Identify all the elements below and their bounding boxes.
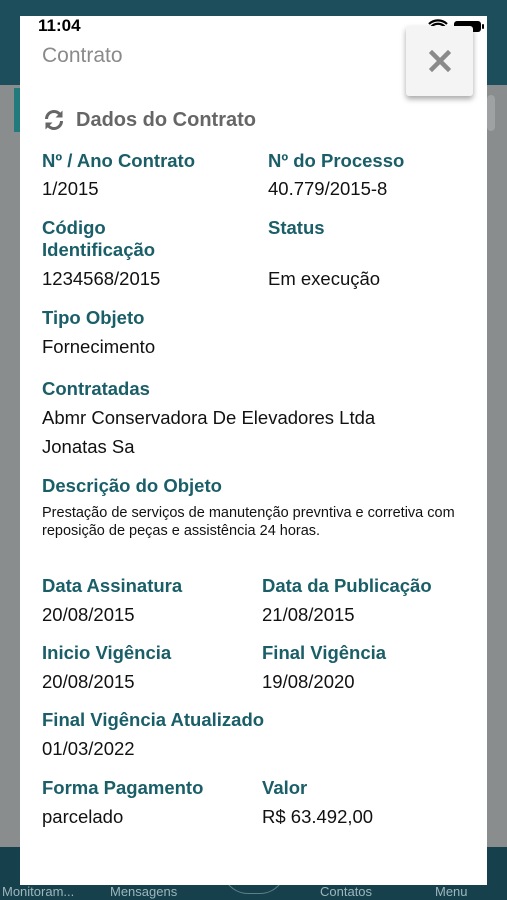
codigo-label-line2: Identificação [42,239,156,260]
section-header: Dados do Contrato [42,107,256,133]
final-vigencia-atualizado-value: 01/03/2022 [42,738,135,759]
tab-monitoramento[interactable]: Monitoram... [2,884,74,899]
numero-ano-label: Nº / Ano Contrato [42,150,196,171]
status-time: 11:04 [38,16,81,35]
contratada-item: Jonatas Sa [42,436,135,457]
tab-menu[interactable]: Menu [435,884,468,899]
tipo-objeto-value: Fornecimento [42,336,156,357]
final-vigencia-atualizado-label: Final Vigência Atualizado [42,709,265,730]
contract-modal: 11:04 Contrato Dados do Contrato Nº / An… [20,16,487,885]
final-vigencia-label: Final Vigência [262,642,387,663]
tab-mensagens[interactable]: Mensagens [110,884,177,899]
descricao-value: Prestação de serviços de manutenção prev… [42,505,455,539]
forma-pagamento-label: Forma Pagamento [42,777,204,798]
tab-contatos[interactable]: Contatos [320,884,372,899]
valor-value: R$ 63.492,00 [262,806,374,827]
inicio-vigencia-value: 20/08/2015 [42,671,135,692]
numero-ano-value: 1/2015 [42,178,99,199]
status-value: Em execução [268,268,381,289]
numero-processo-label: Nº do Processo [268,150,405,171]
refresh-icon[interactable] [42,108,66,132]
data-publicacao-value: 21/08/2015 [262,604,355,625]
status-label: Status [268,217,325,238]
close-button[interactable] [406,26,473,96]
modal-title: Contrato [42,44,123,67]
section-title: Dados do Contrato [76,108,256,131]
final-vigencia-value: 19/08/2020 [262,671,355,692]
data-publicacao-label: Data da Publicação [262,575,432,596]
tipo-objeto-label: Tipo Objeto [42,307,145,328]
descricao-label: Descrição do Objeto [42,475,222,496]
data-assinatura-value: 20/08/2015 [42,604,135,625]
codigo-value: 1234568/2015 [42,268,161,289]
valor-label: Valor [262,777,308,798]
numero-processo-value: 40.779/2015-8 [268,178,388,199]
codigo-label-line1: Código [42,217,106,238]
contratada-item: Abmr Conservadora De Elevadores Ltda [42,407,376,428]
app-field-edge [487,95,495,131]
inicio-vigencia-label: Inicio Vigência [42,642,172,663]
contratadas-label: Contratadas [42,378,150,399]
forma-pagamento-value: parcelado [42,806,124,827]
data-assinatura-label: Data Assinatura [42,575,183,596]
close-icon [428,50,451,72]
